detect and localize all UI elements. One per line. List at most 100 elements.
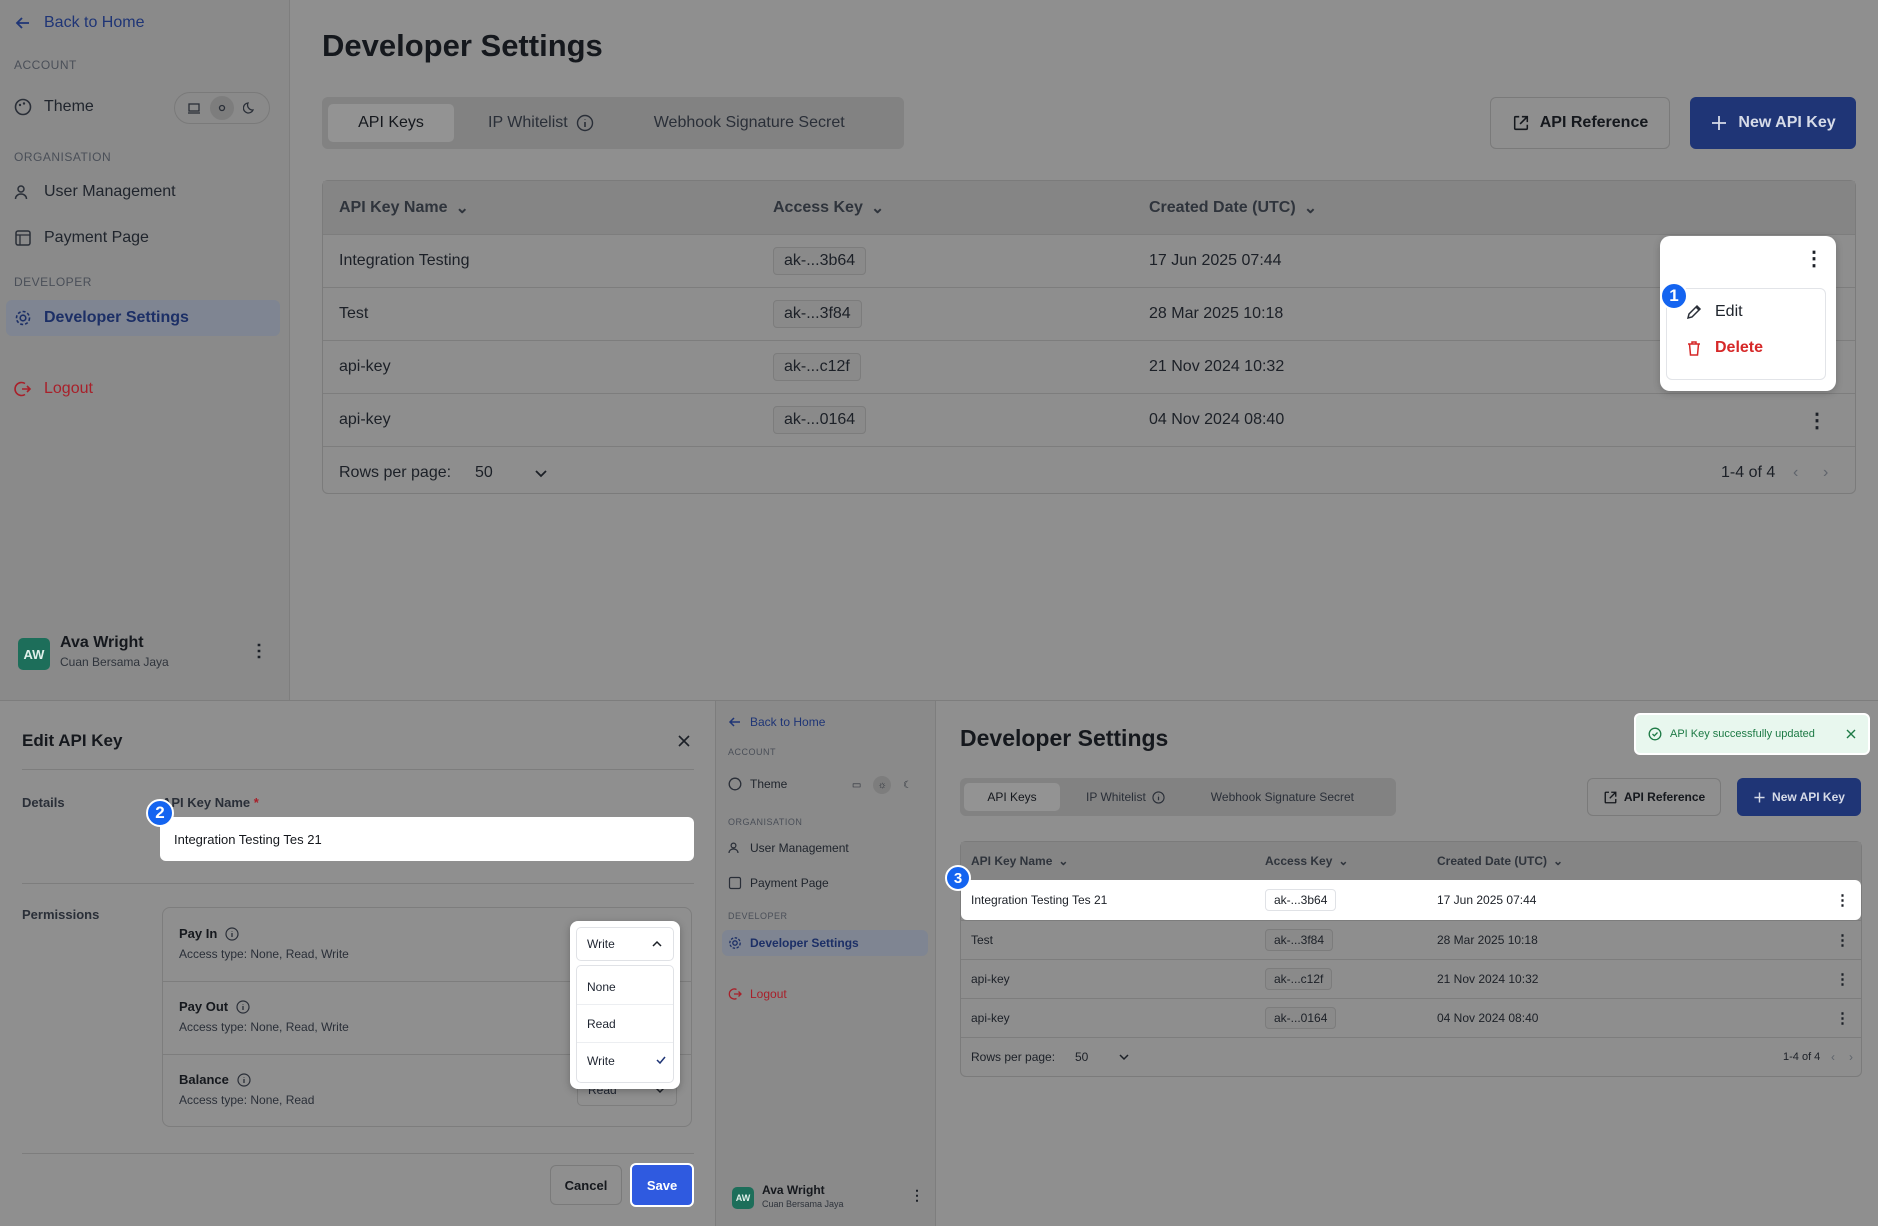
row-date: 28 Mar 2025 10:18 xyxy=(1437,933,1538,947)
column-label: Created Date (UTC) xyxy=(1437,854,1548,868)
table-row[interactable]: api-key ak-...c12f 21 Nov 2024 10:32 xyxy=(323,340,1855,393)
api-reference-button[interactable]: API Reference xyxy=(1587,778,1721,816)
back-to-home-link[interactable]: Back to Home xyxy=(14,14,144,32)
pay-in-dropdown: Write None Read Write xyxy=(570,921,680,1089)
logout-button[interactable]: Logout xyxy=(14,380,93,398)
input-value: Integration Testing Tes 21 xyxy=(174,831,322,847)
column-header-name[interactable]: API Key Name ⌄ xyxy=(339,198,469,218)
next-page-icon[interactable]: › xyxy=(1823,464,1828,482)
row-access-key: ak-...3f84 xyxy=(1265,929,1334,951)
row-date: 28 Mar 2025 10:18 xyxy=(1149,305,1284,322)
tab-api-keys[interactable]: API Keys xyxy=(964,783,1060,811)
delete-menu-item[interactable]: Delete xyxy=(1685,339,1763,357)
sun-icon[interactable] xyxy=(209,96,234,120)
row-actions-icon[interactable]: ⋮ xyxy=(1835,891,1850,909)
table-row[interactable]: api-key ak-...c12f 21 Nov 2024 10:32 ⋮ xyxy=(961,959,1861,998)
theme-label: Theme xyxy=(750,777,788,791)
row-name: Integration Testing xyxy=(339,252,470,269)
rows-per-page-label: Rows per page: xyxy=(971,1050,1056,1064)
column-header-access-key[interactable]: Access Key ⌄ xyxy=(1265,854,1348,868)
back-label: Back to Home xyxy=(750,715,826,729)
check-circle-icon xyxy=(1648,727,1662,741)
column-label: API Key Name xyxy=(971,854,1053,868)
plus-icon xyxy=(1710,114,1728,132)
edit-dialog: Edit API Key Details API Key Name * Inte… xyxy=(0,700,716,1226)
column-header-created-date[interactable]: Created Date (UTC) ⌄ xyxy=(1149,198,1317,218)
tab-label: Webhook Signature Secret xyxy=(653,114,845,131)
laptop-icon[interactable]: ▭ xyxy=(852,780,861,791)
row-actions-icon[interactable]: ⋮ xyxy=(1835,931,1850,949)
column-header-access-key[interactable]: Access Key ⌄ xyxy=(773,198,884,218)
cancel-button[interactable]: Cancel xyxy=(550,1165,622,1205)
sidebar-item-user-management[interactable]: User Management xyxy=(728,841,849,855)
tab-ip-whitelist[interactable]: IP Whitelist xyxy=(1060,790,1165,804)
tab-ip-whitelist[interactable]: IP Whitelist xyxy=(454,114,594,132)
prev-page-icon[interactable]: ‹ xyxy=(1831,1050,1835,1064)
moon-icon[interactable]: ☾ xyxy=(903,780,912,791)
sidebar-item-payment-page[interactable]: Payment Page xyxy=(728,876,829,890)
sidebar-item-developer-settings[interactable]: Developer Settings xyxy=(722,930,928,956)
prev-page-icon[interactable]: ‹ xyxy=(1793,464,1798,482)
api-keys-table: API Key Name ⌄ Access Key ⌄ Created Date (… xyxy=(960,841,1862,1077)
new-api-key-button[interactable]: New API Key xyxy=(1690,97,1856,149)
tab-label: Webhook Signature Secret xyxy=(1210,790,1354,804)
table-row-updated[interactable]: Integration Testing Tes 21 ak-...3b64 17… xyxy=(961,880,1861,920)
pay-in-select[interactable]: Write xyxy=(576,927,674,961)
option-write[interactable]: Write xyxy=(587,1054,667,1068)
row-date: 04 Nov 2024 08:40 xyxy=(1149,411,1285,428)
table-row[interactable]: Test ak-...3f84 28 Mar 2025 10:18 ⋮ xyxy=(961,920,1861,959)
table-row[interactable]: Integration Testing ak-...3b64 17 Jun 20… xyxy=(323,234,1855,287)
tab-webhook-signature-secret[interactable]: Webhook Signature Secret xyxy=(594,114,845,132)
org-heading: ORGANISATION xyxy=(14,150,112,164)
back-to-home-link[interactable]: Back to Home xyxy=(728,715,825,729)
user-menu-icon[interactable]: ⋮ xyxy=(910,1187,924,1204)
table-row[interactable]: Test ak-...3f84 28 Mar 2025 10:18 xyxy=(323,287,1855,340)
chevron-down-icon: ⌄ xyxy=(1338,854,1349,868)
new-api-key-button[interactable]: New API Key xyxy=(1737,778,1861,816)
rows-per-page-select[interactable]: 50 xyxy=(475,464,549,482)
new-api-key-label: New API Key xyxy=(1738,114,1836,131)
option-none[interactable]: None xyxy=(587,980,616,994)
back-label: Back to Home xyxy=(44,14,145,31)
chevron-down-icon xyxy=(1118,1051,1130,1063)
laptop-icon[interactable] xyxy=(185,99,203,117)
logout-button[interactable]: Logout xyxy=(728,987,787,1001)
option-read[interactable]: Read xyxy=(587,1017,616,1031)
sun-icon[interactable]: ☼ xyxy=(873,776,892,794)
row-actions-icon[interactable]: ⋮ xyxy=(1804,246,1824,271)
next-page-icon[interactable]: › xyxy=(1849,1050,1853,1064)
table-row[interactable]: api-key ak-...0164 04 Nov 2024 08:40 ⋮ xyxy=(323,393,1855,446)
required-mark: * xyxy=(253,795,259,810)
row-actions-icon[interactable]: ⋮ xyxy=(1835,1009,1850,1027)
api-reference-button[interactable]: API Reference xyxy=(1490,97,1670,149)
org-heading: ORGANISATION xyxy=(728,817,803,827)
row-actions-icon[interactable]: ⋮ xyxy=(1835,970,1850,988)
column-header-name[interactable]: API Key Name ⌄ xyxy=(971,854,1068,868)
save-button[interactable]: Save xyxy=(630,1163,694,1207)
tab-api-keys[interactable]: API Keys xyxy=(328,104,454,142)
chevron-down-icon: ⌄ xyxy=(1303,199,1318,217)
row-access-key: ak-...3f84 xyxy=(773,300,862,328)
external-link-icon xyxy=(1603,790,1618,805)
sidebar-item-payment-page[interactable]: Payment Page xyxy=(14,229,149,247)
tab-webhook-signature-secret[interactable]: Webhook Signature Secret xyxy=(1165,790,1354,804)
table-header: API Key Name ⌄ Access Key ⌄ Created Date (… xyxy=(961,842,1861,880)
api-key-name-input[interactable]: Integration Testing Tes 21 xyxy=(160,817,694,861)
row-name: Test xyxy=(339,305,369,322)
sidebar-item-developer-settings[interactable]: Developer Settings xyxy=(6,300,280,336)
row-actions-icon[interactable]: ⋮ xyxy=(1807,408,1827,433)
palette-icon xyxy=(728,777,742,791)
moon-icon[interactable] xyxy=(241,99,259,117)
close-icon[interactable] xyxy=(676,733,692,749)
edit-menu-item[interactable]: Edit xyxy=(1685,303,1743,321)
rows-per-page-select[interactable]: 50 xyxy=(1075,1050,1130,1064)
sidebar-item-user-management[interactable]: User Management xyxy=(14,183,176,201)
table-header: API Key Name ⌄ Access Key ⌄ Created Date (… xyxy=(323,181,1855,234)
close-icon[interactable] xyxy=(1846,729,1856,739)
row-access-key: ak-...3b64 xyxy=(1265,889,1337,911)
column-header-created-date[interactable]: Created Date (UTC) ⌄ xyxy=(1437,854,1563,868)
account-heading: ACCOUNT xyxy=(728,747,776,757)
user-menu-icon[interactable]: ⋯ xyxy=(249,642,269,660)
sidebar: Back to Home ACCOUNT Theme ORGANISATION … xyxy=(0,0,290,700)
table-row[interactable]: api-key ak-...0164 04 Nov 2024 08:40 ⋮ xyxy=(961,998,1861,1037)
